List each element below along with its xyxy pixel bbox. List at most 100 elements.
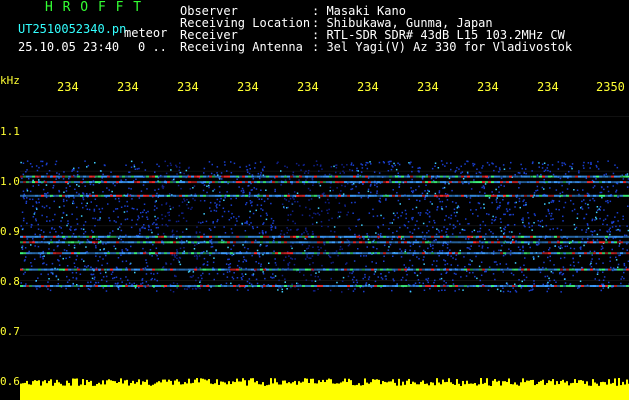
signal-line-segment	[242, 268, 245, 271]
signal-line-segment	[335, 175, 338, 178]
noise-pixel	[290, 257, 292, 259]
noise-pixel	[445, 215, 447, 217]
noise-pixel	[403, 238, 405, 240]
signal-line-segment	[227, 235, 230, 238]
signal-line-segment	[245, 181, 248, 184]
noise-floor-bar	[162, 379, 164, 400]
signal-line-segment	[164, 268, 167, 271]
signal-line-segment	[572, 194, 575, 197]
noise-pixel	[95, 205, 98, 207]
noise-pixel	[589, 250, 591, 253]
noise-pixel	[26, 169, 28, 171]
noise-pixel	[161, 218, 164, 220]
noise-pixel	[21, 177, 23, 180]
noise-pixel	[542, 266, 544, 269]
noise-pixel	[498, 186, 500, 188]
noise-pixel	[191, 206, 193, 209]
signal-line-segment	[149, 268, 152, 271]
signal-line-segment	[317, 252, 320, 255]
signal-line-segment	[620, 175, 623, 178]
noise-pixel	[32, 205, 34, 207]
noise-pixel	[482, 165, 484, 167]
noise-pixel	[583, 199, 585, 201]
signal-line-segment	[293, 241, 296, 244]
noise-pixel	[421, 231, 424, 234]
noise-pixel	[412, 208, 414, 210]
noise-pixel	[109, 232, 111, 234]
noise-pixel	[623, 271, 625, 274]
signal-line-segment	[215, 252, 218, 255]
noise-pixel	[525, 172, 527, 175]
noise-pixel	[525, 202, 527, 204]
signal-line-segment	[566, 175, 569, 178]
noise-pixel	[552, 228, 554, 230]
signal-line-segment	[278, 235, 281, 238]
noise-pixel	[379, 197, 381, 200]
noise-pixel	[367, 278, 370, 280]
signal-line-segment	[344, 194, 347, 197]
signal-line-segment	[74, 285, 77, 287]
noise-pixel	[200, 274, 202, 277]
signal-line-segment	[236, 235, 239, 238]
signal-line-segment	[557, 175, 560, 178]
noise-pixel	[141, 161, 143, 164]
noise-pixel	[130, 226, 133, 229]
signal-line-segment	[503, 285, 506, 287]
noise-pixel	[274, 188, 276, 191]
noise-floor-bar	[472, 383, 474, 400]
signal-line-segment	[545, 194, 548, 197]
noise-pixel	[504, 226, 507, 228]
signal-line-segment	[80, 181, 83, 184]
signal-line-segment	[623, 285, 626, 287]
signal-line-segment	[590, 252, 593, 255]
signal-line-segment	[368, 252, 371, 255]
noise-pixel	[605, 173, 607, 175]
signal-line-segment	[326, 194, 329, 197]
noise-pixel	[327, 212, 329, 214]
noise-pixel	[295, 162, 298, 165]
noise-pixel	[497, 238, 499, 241]
noise-pixel	[510, 272, 513, 274]
signal-line-segment	[212, 268, 215, 271]
noise-pixel	[373, 171, 376, 173]
signal-line-segment	[503, 194, 506, 197]
signal-line-segment	[224, 268, 227, 271]
noise-pixel	[283, 233, 285, 236]
signal-line-segment	[125, 175, 128, 178]
signal-line-segment	[26, 181, 29, 184]
noise-pixel	[594, 278, 596, 280]
noise-pixel	[539, 225, 542, 227]
signal-line-segment	[443, 194, 446, 197]
noise-pixel	[398, 163, 401, 166]
signal-line-segment	[614, 194, 617, 197]
signal-line-segment	[317, 241, 320, 244]
noise-pixel	[208, 228, 211, 230]
noise-pixel	[536, 189, 539, 191]
signal-line-segment	[170, 235, 173, 238]
signal-line-segment	[617, 194, 620, 197]
signal-line-segment	[560, 175, 563, 178]
noise-pixel	[311, 223, 314, 225]
noise-pixel	[519, 182, 521, 185]
signal-line-segment	[281, 285, 284, 287]
signal-line-segment	[392, 252, 395, 255]
noise-pixel	[259, 174, 262, 176]
noise-pixel	[48, 207, 51, 209]
signal-line-segment	[125, 241, 128, 244]
noise-pixel	[290, 286, 292, 289]
noise-floor-bar	[292, 382, 294, 400]
signal-line-segment	[305, 285, 308, 287]
noise-pixel	[281, 291, 284, 293]
noise-floor-bar	[48, 380, 50, 400]
noise-pixel	[419, 272, 422, 274]
signal-line-segment	[413, 194, 416, 197]
signal-line-segment	[602, 181, 605, 184]
noise-pixel	[215, 205, 217, 207]
noise-pixel	[484, 183, 487, 185]
noise-pixel	[280, 230, 283, 232]
signal-line-segment	[266, 268, 269, 271]
noise-floor-bar	[358, 383, 360, 400]
signal-line-segment	[92, 268, 95, 271]
noise-floor-bar	[46, 383, 48, 400]
noise-pixel	[123, 211, 126, 213]
